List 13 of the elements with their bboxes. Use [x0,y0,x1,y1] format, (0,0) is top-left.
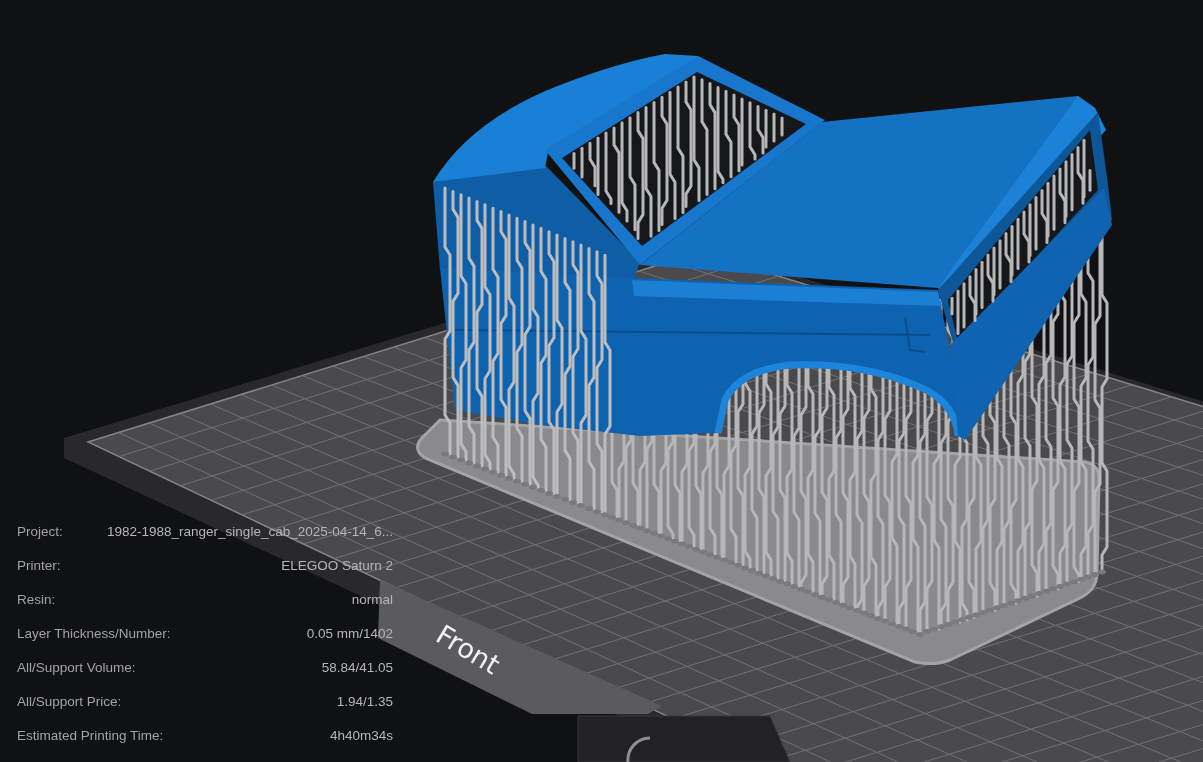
info-value: normal [351,591,393,607]
info-value: 58.84/41.05 [321,659,393,675]
info-label: Layer Thickness/Number: [17,625,171,641]
info-label: Estimated Printing Time: [17,727,164,743]
info-label: Resin: [17,591,56,607]
info-label: Printer: [17,557,61,573]
info-value: 4h40m34s [329,727,393,743]
info-label: All/Support Volume: [17,659,136,675]
info-label: Project: [17,523,63,539]
info-value: 1.94/1.35 [336,693,393,709]
info-value: ELEGOO Saturn 2 [281,557,393,573]
info-value: 0.05 mm/1402 [306,625,393,641]
info-label: All/Support Price: [17,693,122,709]
